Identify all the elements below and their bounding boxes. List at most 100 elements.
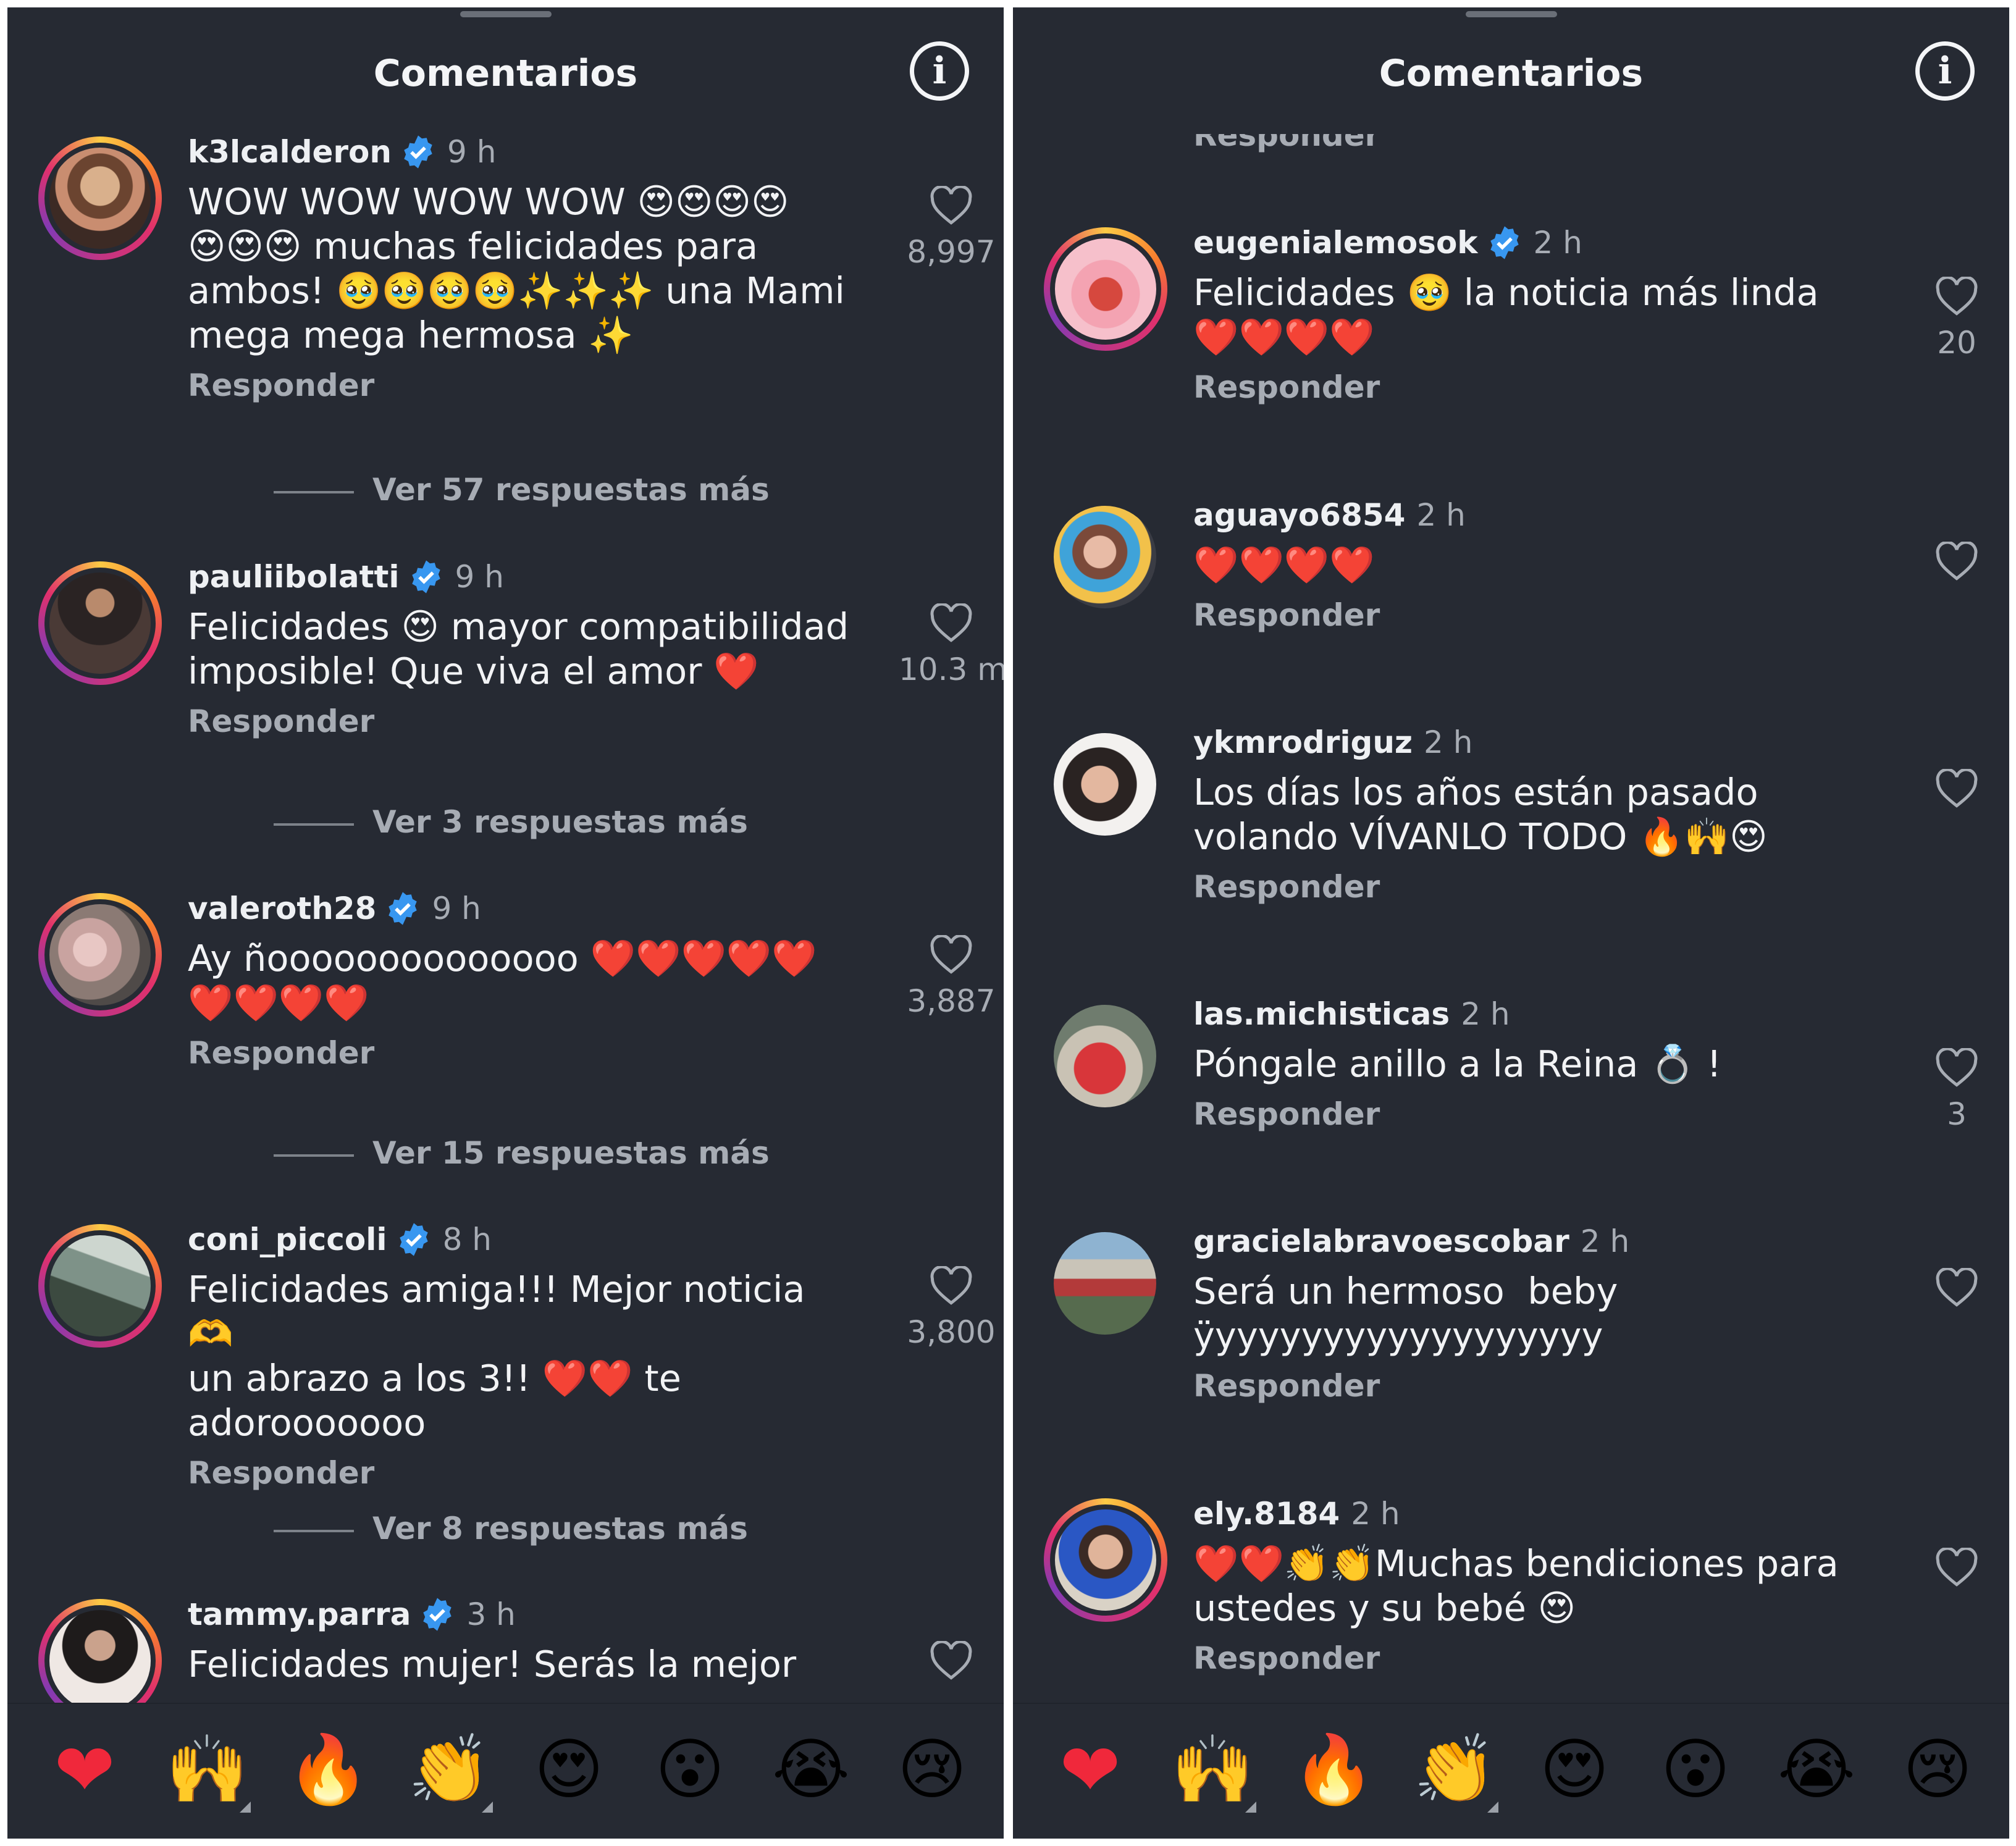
sheet-drag-handle[interactable]: [460, 11, 552, 17]
avatar[interactable]: [38, 136, 162, 260]
avatar[interactable]: [1044, 1498, 1167, 1622]
reply-button[interactable]: Responder: [188, 703, 849, 739]
reply-button[interactable]: Responder: [1193, 1096, 1855, 1132]
like-count: 10.3 mil: [899, 652, 1004, 687]
red-heart-emoji-button[interactable]: ❤: [1050, 1730, 1130, 1810]
username[interactable]: gracielabravoescobar: [1193, 1223, 1569, 1259]
avatar[interactable]: [38, 893, 162, 1017]
comment-meta: valeroth28 9 h: [188, 891, 849, 928]
comment-meta: las.michisticas 2 h: [1193, 996, 1855, 1033]
verified-badge-icon: [399, 1223, 428, 1256]
like-group: 10.3 mil: [899, 603, 1004, 687]
loudly-crying-emoji-button[interactable]: 😭: [771, 1730, 851, 1810]
comment-meta: coni_piccoli 8 h: [188, 1222, 849, 1259]
username[interactable]: las.michisticas: [1193, 996, 1450, 1032]
crying-face-emoji-button[interactable]: 😢: [892, 1730, 972, 1810]
like-group: 3: [1904, 1048, 2009, 1132]
surprised-face-emoji-button[interactable]: 😮: [650, 1730, 730, 1810]
raising-hands-emoji-button[interactable]: 🙌: [166, 1730, 251, 1813]
username[interactable]: aguayo6854: [1193, 497, 1405, 533]
avatar[interactable]: [1044, 227, 1167, 351]
clapping-hands-emoji-icon: 👏: [408, 1731, 491, 1808]
reply-button[interactable]: Responder: [188, 367, 849, 403]
reply-button[interactable]: Responder: [188, 1455, 849, 1491]
username[interactable]: coni_piccoli: [188, 1222, 387, 1257]
comment-text: Felicidades 😍 mayor compatibilidad impos…: [188, 605, 849, 692]
username[interactable]: ykmrodriguz: [1193, 724, 1413, 760]
heart-eyes-emoji-button[interactable]: 😍: [529, 1730, 609, 1810]
comment-text: Ay ñoooooooooooooo ❤️❤️❤️❤️❤️ ❤️❤️❤️❤️: [188, 937, 817, 1024]
timestamp: 2 h: [1533, 225, 1582, 261]
username[interactable]: tammy.parra: [188, 1596, 411, 1632]
reply-button[interactable]: Responder: [1193, 1640, 1855, 1676]
fire-emoji-button[interactable]: 🔥: [287, 1730, 369, 1810]
fire-emoji-button[interactable]: 🔥: [1292, 1730, 1375, 1810]
clapping-hands-emoji-button[interactable]: 👏: [1413, 1730, 1498, 1813]
reply-button[interactable]: Responder: [1193, 869, 1855, 905]
comment-meta: tammy.parra 3 h: [188, 1596, 849, 1634]
view-more-replies-label: Ver 57 respuestas más: [372, 472, 770, 508]
comment-meta: eugenialemosok 2 h: [1193, 225, 1855, 262]
avatar[interactable]: [1054, 506, 1156, 608]
avatar-photo: [49, 904, 151, 1005]
username[interactable]: k3lcalderon: [188, 134, 392, 170]
avatar[interactable]: [38, 561, 162, 685]
loudly-crying-emoji-button[interactable]: 😭: [1776, 1730, 1857, 1810]
username[interactable]: valeroth28: [188, 891, 376, 926]
view-more-replies-button[interactable]: Ver 57 respuestas más: [274, 472, 770, 508]
heart-eyes-emoji-button[interactable]: 😍: [1534, 1730, 1615, 1810]
info-icon[interactable]: i: [1915, 41, 1975, 101]
comment-list[interactable]: k3lcalderon 9 h WOW WOW WOW WOW 😍😍😍😍 😍😍😍 …: [7, 7, 1004, 1839]
like-group: 8,997: [899, 186, 1004, 270]
sheet-drag-handle[interactable]: [1465, 11, 1557, 17]
timestamp: 9 h: [432, 891, 481, 926]
heart-outline-icon[interactable]: [1934, 542, 1979, 581]
avatar-photo: [1055, 238, 1156, 340]
comment-body: coni_piccoli 8 h Felicidades amiga!!! Mej…: [188, 1222, 849, 1491]
username[interactable]: eugenialemosok: [1193, 225, 1478, 261]
verified-badge-icon: [1490, 226, 1519, 259]
replies-divider: [274, 490, 354, 493]
heart-outline-icon[interactable]: [1934, 1548, 1979, 1587]
timestamp: 2 h: [1461, 996, 1510, 1032]
avatar[interactable]: [1054, 1232, 1156, 1335]
heart-outline-icon[interactable]: [1934, 1048, 1979, 1088]
clapping-hands-emoji-button[interactable]: 👏: [408, 1730, 493, 1813]
view-more-replies-button[interactable]: Ver 8 respuestas más: [274, 1511, 748, 1546]
reply-button[interactable]: Responder: [1193, 369, 1855, 405]
reply-button[interactable]: Responder: [188, 1035, 849, 1071]
info-icon[interactable]: i: [910, 41, 969, 101]
view-more-replies-button[interactable]: Ver 15 respuestas más: [274, 1135, 770, 1171]
comment-body: ykmrodriguz 2 h Los días los años están p…: [1193, 724, 1855, 905]
heart-outline-icon[interactable]: [1934, 1268, 1979, 1307]
like-group: [899, 1641, 1004, 1680]
avatar[interactable]: [1054, 1005, 1156, 1107]
heart-outline-icon[interactable]: [929, 603, 973, 643]
comment-list[interactable]: Responder eugenialemosok 2 h Felicidades …: [1013, 7, 2009, 1839]
username[interactable]: ely.8184: [1193, 1496, 1340, 1532]
red-heart-emoji-button[interactable]: ❤: [44, 1730, 125, 1810]
like-group: [1904, 769, 2009, 808]
raising-hands-emoji-button[interactable]: 🙌: [1171, 1730, 1256, 1813]
heart-outline-icon[interactable]: [1934, 277, 1979, 316]
avatar[interactable]: [38, 1224, 162, 1348]
heart-outline-icon[interactable]: [929, 935, 973, 975]
heart-outline-icon[interactable]: [1934, 769, 1979, 808]
heart-outline-icon[interactable]: [929, 1266, 973, 1306]
like-count: 20: [1937, 325, 1976, 361]
reply-button[interactable]: Responder: [1193, 1368, 1855, 1404]
raising-hands-emoji-icon: 🙌: [166, 1731, 249, 1808]
heart-outline-icon[interactable]: [929, 1641, 973, 1680]
reply-button[interactable]: Responder: [1193, 597, 1855, 633]
comments-sheet-right: Comentarios i Responder eugenialemosok 2 …: [1013, 7, 2009, 1839]
surprised-face-emoji-button[interactable]: 😮: [1655, 1730, 1736, 1810]
comment-body: valeroth28 9 h Ay ñoooooooooooooo ❤️❤️❤️❤…: [188, 891, 849, 1071]
heart-outline-icon[interactable]: [929, 186, 973, 225]
username[interactable]: pauliibolatti: [188, 559, 400, 595]
crying-face-emoji-button[interactable]: 😢: [1897, 1730, 1978, 1810]
view-more-replies-button[interactable]: Ver 3 respuestas más: [274, 804, 748, 840]
like-group: [1904, 1268, 2009, 1307]
like-count: 3: [1947, 1096, 1967, 1132]
verified-badge-icon: [388, 892, 418, 925]
avatar[interactable]: [1054, 733, 1156, 836]
